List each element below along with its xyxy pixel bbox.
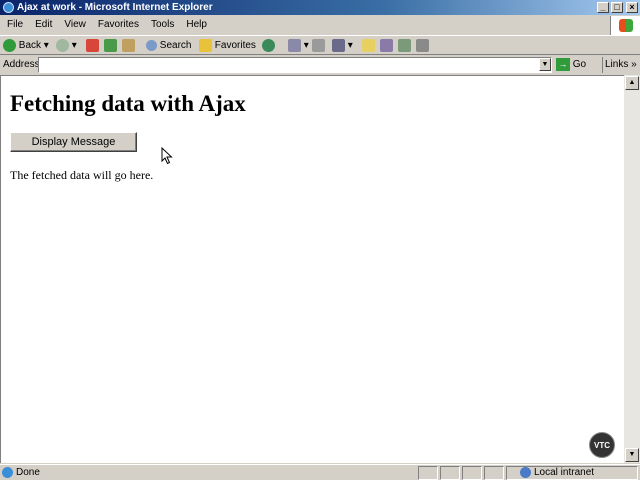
stop-icon [86,38,99,52]
menu-help[interactable]: Help [180,16,213,33]
forward-button[interactable]: ▾ [56,38,77,53]
discuss-button[interactable] [362,38,375,53]
menu-favorites[interactable]: Favorites [92,16,145,33]
browser-window: Ajax at work - Microsoft Internet Explor… [0,0,640,480]
status-bar: Done Local intranet [0,464,640,480]
windows-logo [610,16,640,36]
vertical-scrollbar[interactable]: ▲ ▼ [624,75,640,463]
favorites-star-icon [199,38,212,52]
favorites-label: Favorites [214,40,256,51]
research-icon [380,38,393,52]
window-title: Ajax at work - Microsoft Internet Explor… [17,2,213,13]
home-button[interactable] [122,38,135,53]
research-button[interactable] [380,38,393,53]
scroll-down-button[interactable]: ▼ [625,448,639,462]
print-icon [312,38,325,52]
address-dropdown-button[interactable]: ▼ [539,58,551,71]
favorites-button[interactable]: Favorites [199,38,256,53]
menu-file[interactable]: File [0,16,29,33]
print-button[interactable] [312,38,325,53]
menu-view[interactable]: View [58,16,92,33]
scroll-up-button[interactable]: ▲ [625,76,639,90]
address-label: Address [3,59,40,70]
ie-icon [3,2,14,13]
mouse-cursor-icon [161,147,173,165]
title-bar: Ajax at work - Microsoft Internet Explor… [0,0,640,15]
edit-button[interactable]: ▾ [332,38,353,53]
page-heading: Fetching data with Ajax [10,91,246,116]
links-label: Links [605,59,629,70]
menu-edit[interactable]: Edit [29,16,58,33]
search-button[interactable]: Search [146,38,191,53]
stop-button[interactable] [86,38,99,53]
tools-extra-button[interactable] [416,38,429,53]
minimize-button[interactable]: _ [597,2,609,13]
menu-bar: File Edit View Favorites Tools Help [0,16,610,33]
go-arrow-icon: → [556,57,570,71]
page-status-icon [2,467,13,478]
messenger-button[interactable] [398,38,411,53]
refresh-button[interactable] [104,38,117,53]
status-pane-3 [462,466,482,480]
status-text: Done [16,467,40,478]
windows-flag-icon [619,19,633,32]
mail-button[interactable]: ▾ [288,38,309,53]
links-button[interactable]: Links » [602,57,637,73]
status-pane-1 [418,466,438,480]
go-button[interactable]: → Go [556,57,596,73]
mail-icon [288,38,301,52]
page-content: Fetching data with Ajax Display Message … [0,75,624,463]
address-bar: Address ▼ → Go Links » [0,56,640,74]
address-input[interactable] [38,57,552,73]
forward-arrow-icon [56,38,69,52]
security-zone-text: Local intranet [534,467,595,478]
vtc-watermark: VTC [589,432,615,458]
standard-toolbar: Back ▾ ▾ Search Favorites ▾ ▾ [0,35,640,55]
history-button[interactable] [262,38,275,53]
menu-tools[interactable]: Tools [145,16,180,33]
search-label: Search [159,40,192,51]
close-button[interactable]: × [626,2,638,13]
fetched-data-text: The fetched data will go here. [10,168,154,182]
back-button[interactable]: Back ▾ [3,38,49,53]
search-icon [146,39,157,51]
intranet-globe-icon [520,467,531,478]
home-icon [122,38,135,52]
maximize-button[interactable]: □ [611,2,623,13]
display-message-button[interactable]: Display Message [10,132,137,152]
messenger-icon [398,38,411,52]
tools-extra-icon [416,38,429,52]
edit-icon [332,38,345,52]
history-icon [262,38,275,52]
discuss-icon [362,38,375,52]
refresh-icon [104,38,117,52]
status-pane-2 [440,466,460,480]
back-label: Back [18,40,42,51]
go-label: Go [572,59,587,70]
status-pane-4 [484,466,504,480]
back-arrow-icon [3,38,16,52]
